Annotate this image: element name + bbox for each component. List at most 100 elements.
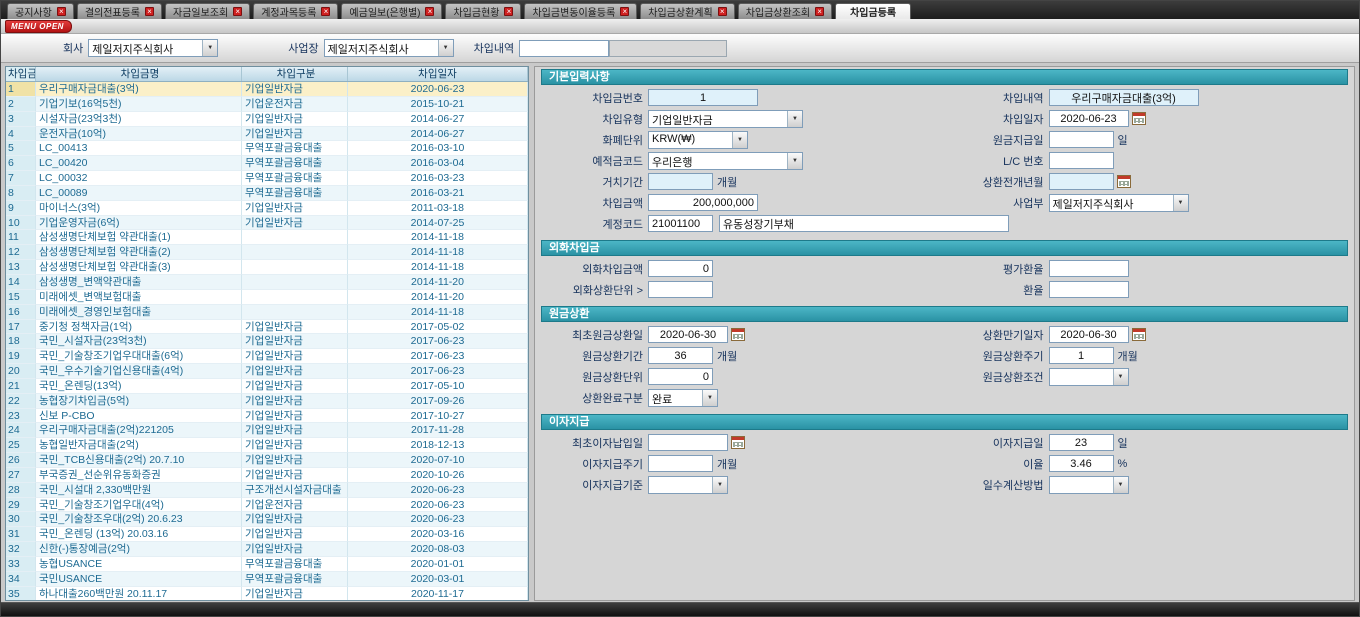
fx-repay-unit-input[interactable] [648, 281, 713, 298]
table-row[interactable]: 13삼성생명단체보험 약관대출(3)2014-11-18 [6, 260, 528, 275]
maturity-date-input[interactable]: 2020-06-30 [1049, 326, 1129, 343]
table-row[interactable]: 11삼성생명단체보험 약관대출(1)2014-11-18 [6, 230, 528, 245]
tab-3[interactable]: 자금일보조회× [165, 3, 250, 19]
table-row[interactable]: 33농협USANCE무역포괄금융대출2020-01-01 [6, 557, 528, 572]
table-row[interactable]: 23신보 P-CBO기업일반자금2017-10-27 [6, 409, 528, 424]
table-row[interactable]: 34국민USANCE무역포괄금융대출2020-03-01 [6, 572, 528, 587]
table-row[interactable]: 35하나대출260백만원 20.11.17기업일반자금2020-11-17 [6, 587, 528, 600]
fx-amount-input[interactable]: 0 [648, 260, 713, 277]
table-row[interactable]: 10기업운영자금(6억)기업일반자금2014-07-25 [6, 216, 528, 231]
repay-complete-select[interactable]: 완료 ▼ [648, 389, 718, 407]
chevron-down-icon[interactable]: ▼ [202, 40, 217, 56]
repay-condition-select[interactable]: ▼ [1049, 368, 1129, 386]
tab-9[interactable]: 차입금상환조회× [738, 3, 832, 19]
principal-pay-day-input[interactable] [1049, 131, 1114, 148]
tab-5[interactable]: 예금일보(은행별)× [341, 3, 442, 19]
deposit-code-select[interactable]: 우리은행 ▼ [648, 152, 803, 170]
site-select[interactable]: 제일저지주식회사 ▼ [324, 39, 454, 57]
table-row[interactable]: 1우리구매자금대출(3억)기업일반자금2020-06-23 [6, 82, 528, 97]
tab-7[interactable]: 차입금변동이율등록× [524, 3, 637, 19]
table-row[interactable]: 25농협일반자금대출(2억)기업일반자금2018-12-13 [6, 438, 528, 453]
account-name-input[interactable]: 유동성장기부채 [719, 215, 1009, 232]
rollover-month-input[interactable] [1049, 173, 1114, 190]
grace-period-input[interactable] [648, 173, 713, 190]
table-row[interactable]: 27부국증권_선순위유동화증권기업일반자금2020-10-26 [6, 468, 528, 483]
interest-pay-day-input[interactable]: 23 [1049, 434, 1114, 451]
loan-date-input[interactable]: 2020-06-23 [1049, 110, 1129, 127]
lc-number-input[interactable] [1049, 152, 1114, 169]
table-row[interactable]: 15미래에셋_변액보험대출2014-11-20 [6, 290, 528, 305]
loan-desc-filter-input[interactable] [519, 40, 609, 57]
tab-close-icon[interactable]: × [233, 7, 242, 16]
table-row[interactable]: 18국민_시설자금(23억3천)기업일반자금2017-06-23 [6, 334, 528, 349]
tab-close-icon[interactable]: × [504, 7, 513, 16]
loan-amount-input[interactable]: 200,000,000 [648, 194, 758, 211]
tab-10[interactable]: 차입금등록 [835, 3, 911, 19]
tab-close-icon[interactable]: × [425, 7, 434, 16]
repay-cycle-input[interactable]: 1 [1049, 347, 1114, 364]
tab-2[interactable]: 결의전표등록× [77, 3, 162, 19]
calendar-icon[interactable] [1117, 175, 1131, 188]
tab-close-icon[interactable]: × [815, 7, 824, 16]
table-row[interactable]: 28국민_시설대 2,330백만원구조개선시설자금대출2020-06-23 [6, 483, 528, 498]
interest-cycle-input[interactable] [648, 455, 713, 472]
calendar-icon[interactable] [1132, 328, 1146, 341]
table-row[interactable]: 4운전자금(10억)기업일반자금2014-06-27 [6, 127, 528, 142]
calendar-icon[interactable] [731, 436, 745, 449]
tab-6[interactable]: 차입금현황× [445, 3, 521, 19]
loan-number-input[interactable]: 1 [648, 89, 758, 106]
repay-period-input[interactable]: 36 [648, 347, 713, 364]
tab-close-icon[interactable]: × [145, 7, 154, 16]
table-row[interactable]: 21국민_온렌딩(13억)기업일반자금2017-05-10 [6, 379, 528, 394]
loan-type-select[interactable]: 기업일반자금 ▼ [648, 110, 803, 128]
table-row[interactable]: 2기업기보(16억5천)기업운전자금2015-10-21 [6, 97, 528, 112]
chevron-down-icon[interactable]: ▼ [787, 153, 802, 169]
chevron-down-icon[interactable]: ▼ [712, 477, 727, 493]
first-interest-date-input[interactable] [648, 434, 728, 451]
table-row[interactable]: 6LC_00420무역포괄금융대출2016-03-04 [6, 156, 528, 171]
chevron-down-icon[interactable]: ▼ [702, 390, 717, 406]
currency-select[interactable]: KRW(₩) ▼ [648, 131, 748, 149]
chevron-down-icon[interactable]: ▼ [1113, 369, 1128, 385]
first-principal-date-input[interactable]: 2020-06-30 [648, 326, 728, 343]
menu-open-button[interactable]: MENU OPEN [5, 20, 72, 33]
table-row[interactable]: 14삼성생명_변액약관대출2014-11-20 [6, 275, 528, 290]
table-row[interactable]: 17중기청 정책자금(1억)기업일반자금2017-05-02 [6, 320, 528, 335]
tab-close-icon[interactable]: × [321, 7, 330, 16]
tab-4[interactable]: 계정과목등록× [253, 3, 338, 19]
table-row[interactable]: 22농협장기차입금(5억)기업일반자금2017-09-26 [6, 394, 528, 409]
account-code-input[interactable]: 21001100 [648, 215, 713, 232]
company-select[interactable]: 제일저지주식회사 ▼ [88, 39, 218, 57]
table-row[interactable]: 7LC_00032무역포괄금융대출2016-03-23 [6, 171, 528, 186]
tab-close-icon[interactable]: × [620, 7, 629, 16]
calendar-icon[interactable] [1132, 112, 1146, 125]
chevron-down-icon[interactable]: ▼ [438, 40, 453, 56]
interest-basis-select[interactable]: ▼ [648, 476, 728, 494]
table-row[interactable]: 5LC_00413무역포괄금융대출2016-03-10 [6, 141, 528, 156]
table-row[interactable]: 3시설자금(23억3천)기업일반자금2014-06-27 [6, 112, 528, 127]
table-row[interactable]: 12삼성생명단체보험 약관대출(2)2014-11-18 [6, 245, 528, 260]
tab-8[interactable]: 차입금상환계획× [640, 3, 734, 19]
chevron-down-icon[interactable]: ▼ [787, 111, 802, 127]
day-count-method-select[interactable]: ▼ [1049, 476, 1129, 494]
interest-rate-input[interactable]: 3.46 [1049, 455, 1114, 472]
table-row[interactable]: 20국민_우수기술기업신용대출(4억)기업일반자금2017-06-23 [6, 364, 528, 379]
table-row[interactable]: 26국민_TCB신용대출(2억) 20.7.10기업일반자금2020-07-10 [6, 453, 528, 468]
table-row[interactable]: 29국민_기술창조기업우대(4억)기업운전자금2020-06-23 [6, 498, 528, 513]
loan-desc-input[interactable]: 우리구매자금대출(3억) [1049, 89, 1199, 106]
tab-close-icon[interactable]: × [57, 7, 66, 16]
eval-rate-input[interactable] [1049, 260, 1129, 277]
tab-1[interactable]: 공지사항× [7, 3, 74, 19]
table-row[interactable]: 16미래에셋_경영인보험대출2014-11-18 [6, 305, 528, 320]
table-row[interactable]: 9마이너스(3억)기업일반자금2011-03-18 [6, 201, 528, 216]
calendar-icon[interactable] [731, 328, 745, 341]
table-row[interactable]: 31국민_온렌딩 (13억) 20.03.16기업일반자금2020-03-16 [6, 527, 528, 542]
table-row[interactable]: 24우리구매자금대출(2억)221205기업일반자금2017-11-28 [6, 423, 528, 438]
table-row[interactable]: 8LC_00089무역포괄금융대출2016-03-21 [6, 186, 528, 201]
exchange-rate-input[interactable] [1049, 281, 1129, 298]
tab-close-icon[interactable]: × [718, 7, 727, 16]
chevron-down-icon[interactable]: ▼ [1173, 195, 1188, 211]
table-row[interactable]: 32신한(-)통장예금(2억)기업일반자금2020-08-03 [6, 542, 528, 557]
chevron-down-icon[interactable]: ▼ [1113, 477, 1128, 493]
division-select[interactable]: 제일저지주식회사 ▼ [1049, 194, 1189, 212]
